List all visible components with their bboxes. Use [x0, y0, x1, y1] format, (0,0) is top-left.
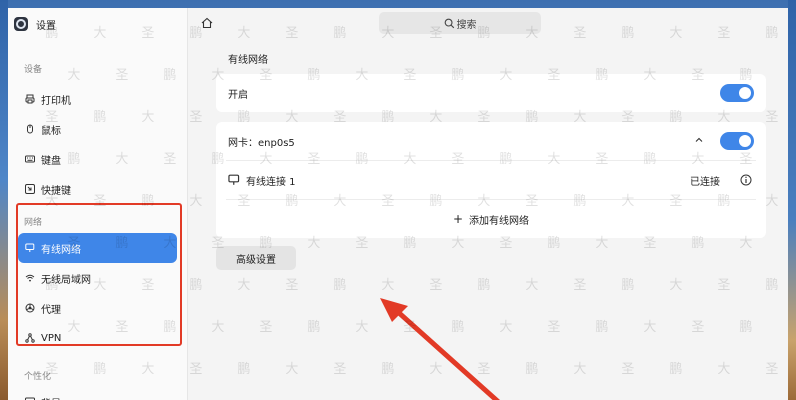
mouse-icon [25, 124, 35, 134]
sidebar-item-label: 鼠标 [41, 125, 61, 137]
wired-connection-icon [228, 174, 240, 186]
sidebar-item-label: 键盘 [41, 155, 61, 167]
enable-card: 开启 [216, 74, 766, 112]
connection-row[interactable]: 有线连接 1 已连接 [216, 161, 766, 199]
nic-card: 网卡：enp0s5 有线连接 1 已连接 + 添加有线网络 [216, 122, 766, 238]
keyboard-icon [25, 154, 35, 164]
title-bar: 搜索 [188, 8, 788, 38]
plus-icon: + [452, 212, 464, 226]
sidebar-item-shortcuts[interactable]: 快捷键 [8, 174, 187, 204]
annotation-arrow [380, 298, 501, 400]
enable-toggle[interactable] [720, 84, 754, 102]
desktop-wallpaper-left [0, 0, 8, 400]
printer-icon [25, 94, 35, 104]
nic-toggle[interactable] [720, 132, 754, 150]
group-title-personalization: 个性化 [24, 372, 52, 382]
connection-name: 有线连接 1 [246, 176, 296, 188]
info-icon[interactable] [740, 174, 752, 186]
sidebar-item-label: 快捷键 [41, 185, 71, 197]
advanced-settings-label: 高级设置 [236, 254, 276, 266]
sidebar-item-mouse[interactable]: 鼠标 [8, 114, 187, 144]
group-title-devices: 设备 [24, 65, 43, 75]
shortcut-icon [25, 184, 35, 194]
enable-row: 开启 [216, 74, 766, 112]
settings-app-icon [14, 17, 28, 31]
add-wired-network-label: 添加有线网络 [469, 215, 530, 227]
app-title: 设置 [36, 20, 56, 32]
add-wired-network-button[interactable]: + 添加有线网络 [216, 200, 766, 238]
settings-window: 设置 设备 打印机 鼠标 键盘 快捷键 网络 有线网络 无线局域网 代理 VPN… [8, 8, 788, 400]
sidebar: 设置 设备 打印机 鼠标 键盘 快捷键 网络 有线网络 无线局域网 代理 VPN… [8, 8, 188, 400]
app-header: 设置 [8, 8, 187, 40]
advanced-settings-button[interactable]: 高级设置 [216, 246, 296, 270]
sidebar-item-printer[interactable]: 打印机 [8, 84, 187, 114]
sidebar-item-background[interactable]: 背景 [8, 387, 187, 400]
sidebar-item-label: 打印机 [41, 95, 71, 107]
chevron-up-icon[interactable] [694, 135, 704, 145]
connection-status: 已连接 [690, 176, 720, 188]
search-placeholder: 搜索 [456, 19, 477, 31]
page-title: 有线网络 [228, 55, 268, 66]
sidebar-item-label: 背景 [41, 395, 61, 400]
desktop-wallpaper-right [788, 0, 796, 400]
home-icon[interactable] [200, 16, 214, 30]
network-highlight-box [16, 203, 182, 346]
nic-label: 网卡：enp0s5 [228, 137, 295, 149]
main-panel: 搜索 有线网络 开启 网卡：enp0s5 有线连接 1 已连接 + 添加有线网络… [188, 8, 788, 400]
nic-row: 网卡：enp0s5 [216, 122, 766, 160]
search-icon [444, 18, 455, 29]
enable-label: 开启 [228, 89, 248, 101]
sidebar-item-keyboard[interactable]: 键盘 [8, 144, 187, 174]
search-input[interactable]: 搜索 [379, 12, 541, 34]
